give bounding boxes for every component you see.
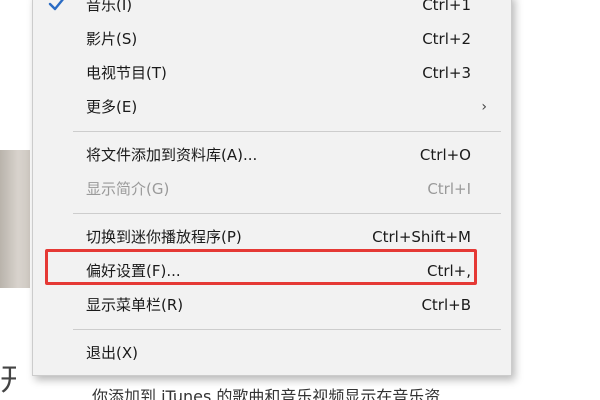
- menu-separator: [73, 213, 501, 214]
- menu-separator: [73, 329, 501, 330]
- background-paragraph: 你添加到 iTunes 的歌曲和音乐视频显示在音乐资: [92, 387, 441, 400]
- highlight-annotation-box: [45, 249, 477, 285]
- menu-item-label: 影片(S): [86, 30, 138, 48]
- check-icon: [47, 0, 67, 21]
- menu-item-tv-shows[interactable]: 电视节目(T) Ctrl+3: [33, 57, 511, 89]
- menu-item-shortcut: Ctrl+1: [422, 0, 471, 14]
- menu-item-label: 音乐(I): [86, 0, 133, 14]
- menu-separator: [73, 131, 501, 132]
- menu-item-movies[interactable]: 影片(S) Ctrl+2: [33, 23, 511, 55]
- menu-item-label: 退出(X): [86, 344, 138, 362]
- menu-item-show-menu-bar[interactable]: 显示菜单栏(R) Ctrl+B: [33, 289, 511, 321]
- menu-item-exit[interactable]: 退出(X): [33, 337, 511, 369]
- menu-item-get-info: 显示简介(G) Ctrl+I: [33, 173, 511, 205]
- menu-item-shortcut: Ctrl+B: [421, 296, 471, 314]
- menu-item-label: 显示菜单栏(R): [86, 296, 184, 314]
- menu-item-more[interactable]: 更多(E) ›: [33, 91, 511, 123]
- menu-item-music[interactable]: 音乐(I) Ctrl+1: [33, 0, 511, 21]
- menu-item-label: 电视节目(T): [86, 64, 167, 82]
- chevron-right-icon: ›: [481, 99, 487, 115]
- menu-item-label: 显示简介(G): [86, 180, 170, 198]
- menu-item-shortcut: Ctrl+2: [422, 30, 471, 48]
- context-menu: 音乐(I) Ctrl+1 影片(S) Ctrl+2 电视节目(T) Ctrl+3…: [32, 0, 512, 376]
- menu-item-label: 将文件添加到资料库(A)...: [86, 146, 258, 164]
- background-image-strip: [0, 150, 30, 288]
- menu-item-shortcut: Ctrl+3: [422, 64, 471, 82]
- menu-item-shortcut: Ctrl+O: [419, 146, 471, 164]
- background-heading-fragment: 开: [0, 363, 16, 398]
- menu-item-label: 更多(E): [86, 98, 138, 116]
- menu-item-shortcut: Ctrl+I: [427, 180, 471, 198]
- menu-item-add-file-to-library[interactable]: 将文件添加到资料库(A)... Ctrl+O: [33, 139, 511, 171]
